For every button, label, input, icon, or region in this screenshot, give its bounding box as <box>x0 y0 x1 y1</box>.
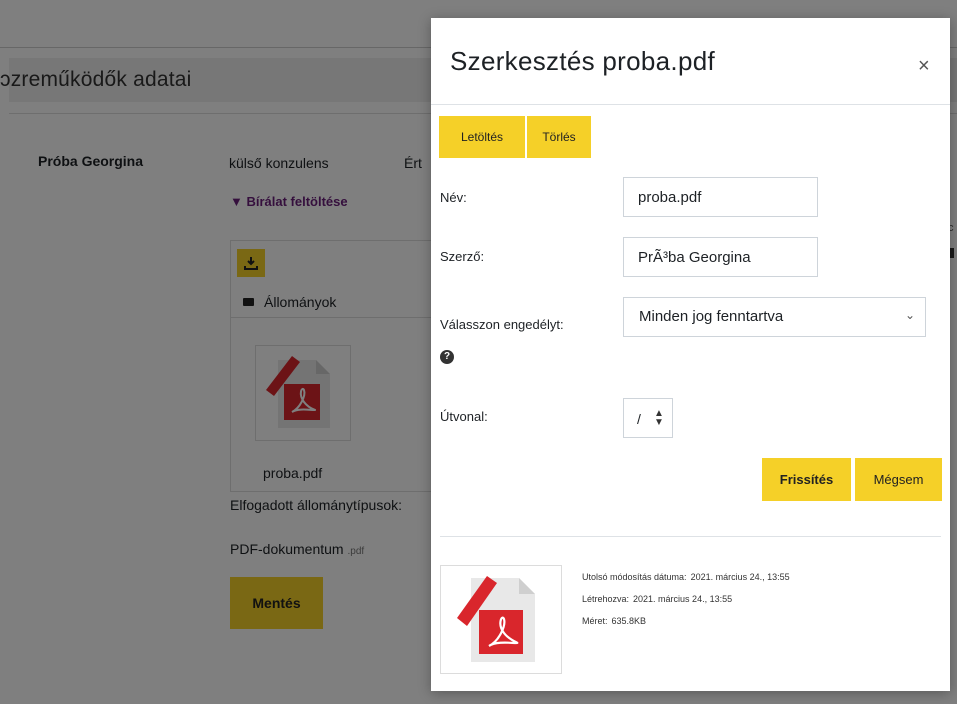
path-label: Útvonal: <box>440 409 488 424</box>
file-preview-thumbnail <box>440 565 562 674</box>
author-field[interactable] <box>623 237 818 277</box>
name-label: Név: <box>440 190 467 205</box>
file-size: Méret: 635.8KB <box>582 616 647 626</box>
close-icon[interactable]: × <box>918 56 930 76</box>
name-field[interactable] <box>623 177 818 217</box>
license-select[interactable]: Minden jog fenntartva ⌄ <box>623 297 926 337</box>
dialog-header: Szerkesztés proba.pdf × <box>431 18 950 105</box>
cancel-button[interactable]: Mégsem <box>855 458 942 501</box>
dialog-title: Szerkesztés proba.pdf <box>450 46 715 76</box>
update-button[interactable]: Frissítés <box>762 458 851 501</box>
path-select-value: / <box>637 411 641 427</box>
sort-arrows-icon: ▲ ▼ <box>654 408 664 428</box>
modified-date: Utolsó módosítás dátuma: 2021. március 24… <box>582 572 790 582</box>
path-select[interactable]: / ▲ ▼ <box>623 398 673 438</box>
download-button[interactable]: Letöltés <box>439 116 525 158</box>
divider <box>440 536 941 537</box>
chevron-down-icon: ⌄ <box>904 308 915 322</box>
created-date: Létrehozva: 2021. március 24., 13:55 <box>582 594 733 604</box>
edit-file-dialog: Szerkesztés proba.pdf × Letöltés Törlés … <box>431 18 950 691</box>
author-label: Szerző: <box>440 249 485 264</box>
license-label: Válasszon engedélyt: <box>440 317 564 332</box>
help-icon[interactable]: ? <box>440 350 454 364</box>
delete-button[interactable]: Törlés <box>527 116 591 158</box>
license-select-value: Minden jog fenntartva <box>639 308 784 325</box>
